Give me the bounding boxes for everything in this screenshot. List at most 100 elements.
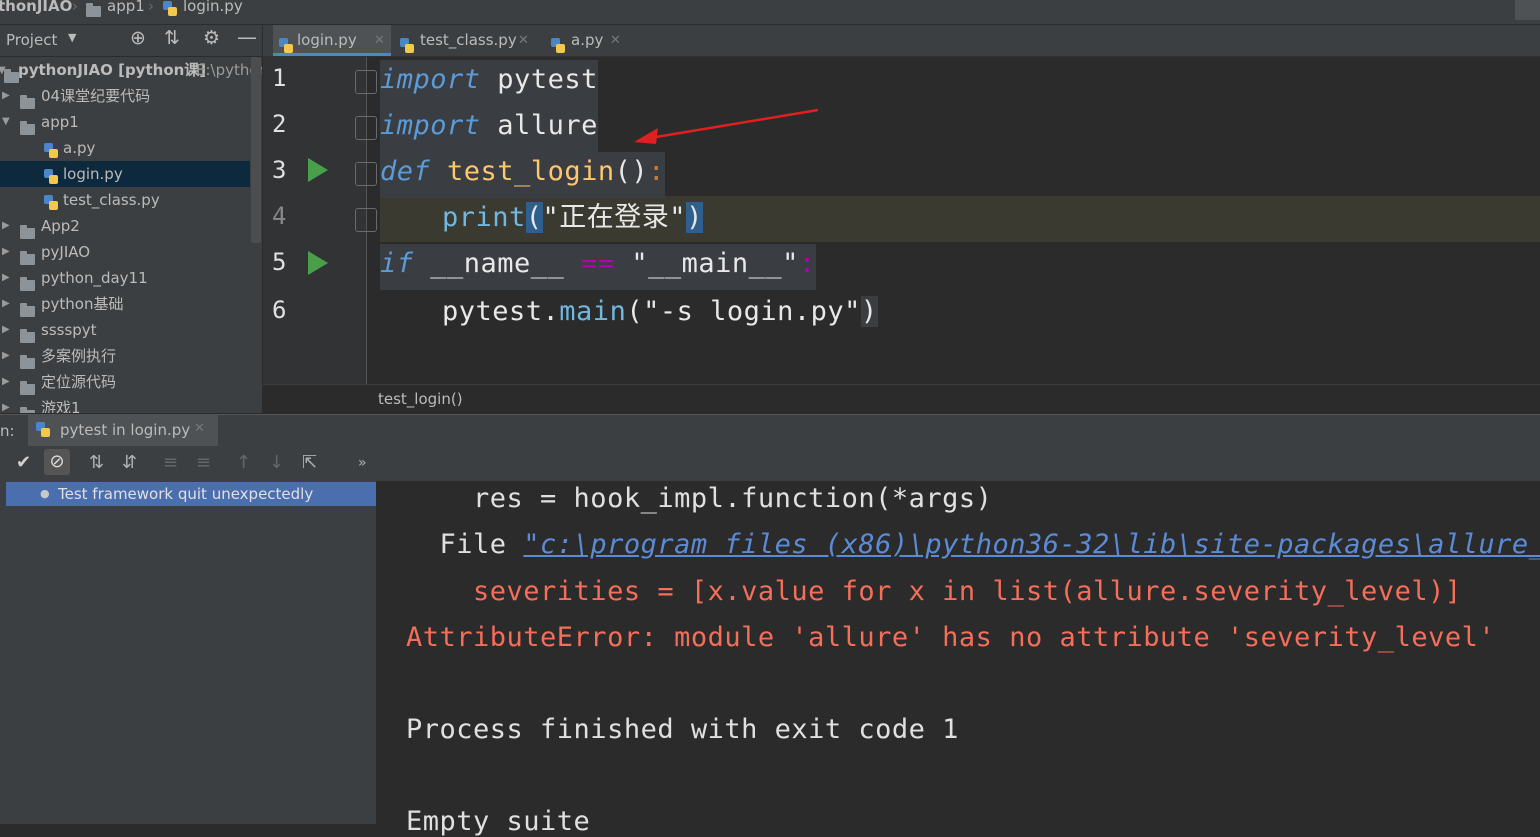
tab-a-py[interactable]: a.py ✕ — [543, 25, 623, 56]
console-line: res = hook_impl.function(*args) — [406, 483, 993, 514]
more-icon[interactable]: » — [358, 455, 367, 471]
string-token: "正在登录" — [542, 202, 687, 233]
breadcrumb-folder[interactable]: app1 — [107, 0, 145, 15]
hide-panel-icon[interactable]: — — [237, 25, 257, 49]
tree-item-label: App2 — [41, 217, 80, 235]
tree-item-folder[interactable]: ▶ pyJIAO — [0, 239, 250, 265]
collapse-all-icon[interactable]: ≡ — [196, 452, 211, 473]
close-icon[interactable]: ✕ — [518, 25, 529, 56]
expand-arrow-icon[interactable]: ▶ — [2, 291, 10, 317]
run-test-icon[interactable] — [308, 158, 328, 182]
project-tree-scrollbar[interactable] — [251, 57, 261, 243]
expand-arrow-icon[interactable]: ▶ — [2, 213, 10, 239]
run-tab[interactable]: pytest in login.py ✕ — [28, 414, 218, 446]
breadcrumb-separator: › — [72, 0, 78, 15]
tree-item-folder[interactable]: ▶ 多案例执行 — [0, 343, 250, 369]
code-line-1: import pytest — [380, 60, 598, 106]
test-results-tree — [0, 481, 377, 824]
expand-arrow-icon[interactable]: ▶ — [2, 369, 10, 395]
keyword-token: if — [380, 248, 414, 279]
expand-arrow-icon[interactable]: ▶ — [2, 239, 10, 265]
run-main-icon[interactable] — [308, 251, 328, 275]
brace-match: ) — [686, 202, 703, 233]
console-line: Empty suite — [406, 806, 591, 837]
tree-item-folder[interactable]: ▶ python基础 — [0, 291, 250, 317]
tree-item-label: test_class.py — [63, 191, 160, 209]
folder-icon — [20, 403, 35, 413]
tree-item-file-selected[interactable]: login.py — [0, 161, 250, 187]
close-icon[interactable]: ✕ — [194, 421, 205, 436]
fold-marker-icon[interactable] — [355, 162, 377, 186]
fold-marker-icon[interactable] — [355, 116, 377, 140]
editor-breadcrumb: test_login() — [263, 384, 1540, 413]
tab-label: a.py — [571, 31, 604, 49]
expand-arrow-icon[interactable]: ▼ — [2, 109, 10, 135]
expand-arrow-icon[interactable]: ▶ — [2, 343, 10, 369]
code-token: allure — [480, 110, 598, 141]
keyword-token: import — [380, 64, 481, 95]
annotation-arrow — [634, 108, 819, 144]
gear-icon[interactable]: ⚙ — [203, 27, 220, 49]
tree-root[interactable]: ▼ pythonJIAO [python课] E:\pythor — [0, 57, 262, 83]
chevron-down-icon[interactable]: ▼ — [68, 31, 76, 44]
code-line-5: if __name__ == "__main__": — [380, 244, 816, 290]
tree-item-folder[interactable]: ▶ sssspyt — [0, 317, 250, 343]
tab-label: test_class.py — [420, 31, 517, 49]
status-dot-icon: ● — [40, 487, 50, 500]
expand-arrow-icon[interactable]: ▶ — [2, 83, 10, 109]
tree-item-folder[interactable]: ▶ App2 — [0, 213, 250, 239]
tree-item-label: python基础 — [41, 295, 124, 313]
tree-item-label: a.py — [63, 139, 96, 157]
expand-all-icon[interactable]: ≡ — [163, 452, 178, 473]
breadcrumb-project[interactable]: thonJIAO — [0, 0, 72, 15]
expand-arrow-icon[interactable]: ▶ — [2, 265, 10, 291]
tree-item-folder[interactable]: ▶ python_day11 — [0, 265, 250, 291]
tree-item-folder[interactable]: ▶ 游戏1 — [0, 395, 250, 413]
crosshair-icon[interactable]: ⊕ — [130, 27, 146, 49]
code-token: __name__ — [413, 248, 582, 279]
run-window-label: n: — [0, 422, 15, 440]
project-tree: ▼ pythonJIAO [python课] E:\pythor ▶ 04课堂纪… — [0, 57, 262, 413]
tree-item-folder[interactable]: ▼ app1 — [0, 109, 250, 135]
tree-item-folder[interactable]: ▶ 定位源代码 — [0, 369, 250, 395]
tab-label: login.py — [297, 31, 357, 49]
expand-arrow-icon[interactable]: ▶ — [2, 395, 10, 413]
python-file-icon — [163, 1, 177, 20]
console-line: Process finished with exit code 1 — [406, 714, 959, 745]
collapse-all-icon[interactable]: ⇅ — [164, 27, 180, 49]
expand-arrow-icon[interactable]: ▶ — [2, 317, 10, 343]
fold-marker-icon[interactable] — [355, 208, 377, 232]
tree-item-label: app1 — [41, 113, 79, 131]
fold-marker-icon[interactable] — [355, 70, 377, 94]
sort-alpha-icon[interactable]: ⇅ — [89, 452, 104, 473]
tree-root-label: pythonJIAO [python课] — [18, 61, 207, 79]
line-number: 5 — [272, 248, 287, 276]
tree-item-folder[interactable]: ▶ 04课堂纪要代码 — [0, 83, 250, 109]
traceback-file-link[interactable]: "c:\program files (x86)\python36-32\lib\… — [523, 529, 1540, 560]
window-control[interactable] — [1515, 0, 1540, 20]
tree-item-file[interactable]: test_class.py — [0, 187, 250, 213]
test-result-row[interactable]: ● Test framework quit unexpectedly — [6, 482, 376, 506]
tab-test-class-py[interactable]: test_class.py ✕ — [395, 25, 535, 56]
tree-item-label: 多案例执行 — [41, 347, 117, 365]
breadcrumb-file[interactable]: login.py — [183, 0, 243, 15]
export-icon[interactable]: ⇱ — [302, 452, 317, 473]
show-passed-icon[interactable]: ✔ — [16, 452, 31, 473]
tree-item-label: sssspyt — [41, 321, 97, 339]
tree-item-label: 定位源代码 — [41, 373, 117, 391]
sort-duration-icon[interactable]: ⇵ — [122, 452, 137, 473]
close-icon[interactable]: ✕ — [610, 25, 621, 56]
close-icon[interactable]: ✕ — [374, 25, 385, 56]
next-failed-icon[interactable]: ↓ — [269, 452, 284, 473]
previous-failed-icon[interactable]: ↑ — [236, 452, 251, 473]
code-token: ) — [860, 296, 878, 327]
line-number: 4 — [272, 202, 287, 230]
line-number: 2 — [272, 110, 287, 138]
tab-login-py[interactable]: login.py ✕ — [273, 25, 391, 56]
project-view-selector[interactable]: Project — [6, 31, 57, 49]
show-ignored-icon[interactable]: ⊘ — [44, 449, 70, 475]
editor-context-crumb[interactable]: test_login() — [378, 390, 463, 408]
console-error-line: AttributeError: module 'allure' has no a… — [406, 622, 1496, 653]
code-line-4: print("正在登录") — [442, 198, 703, 244]
tree-item-file[interactable]: a.py — [0, 135, 250, 161]
